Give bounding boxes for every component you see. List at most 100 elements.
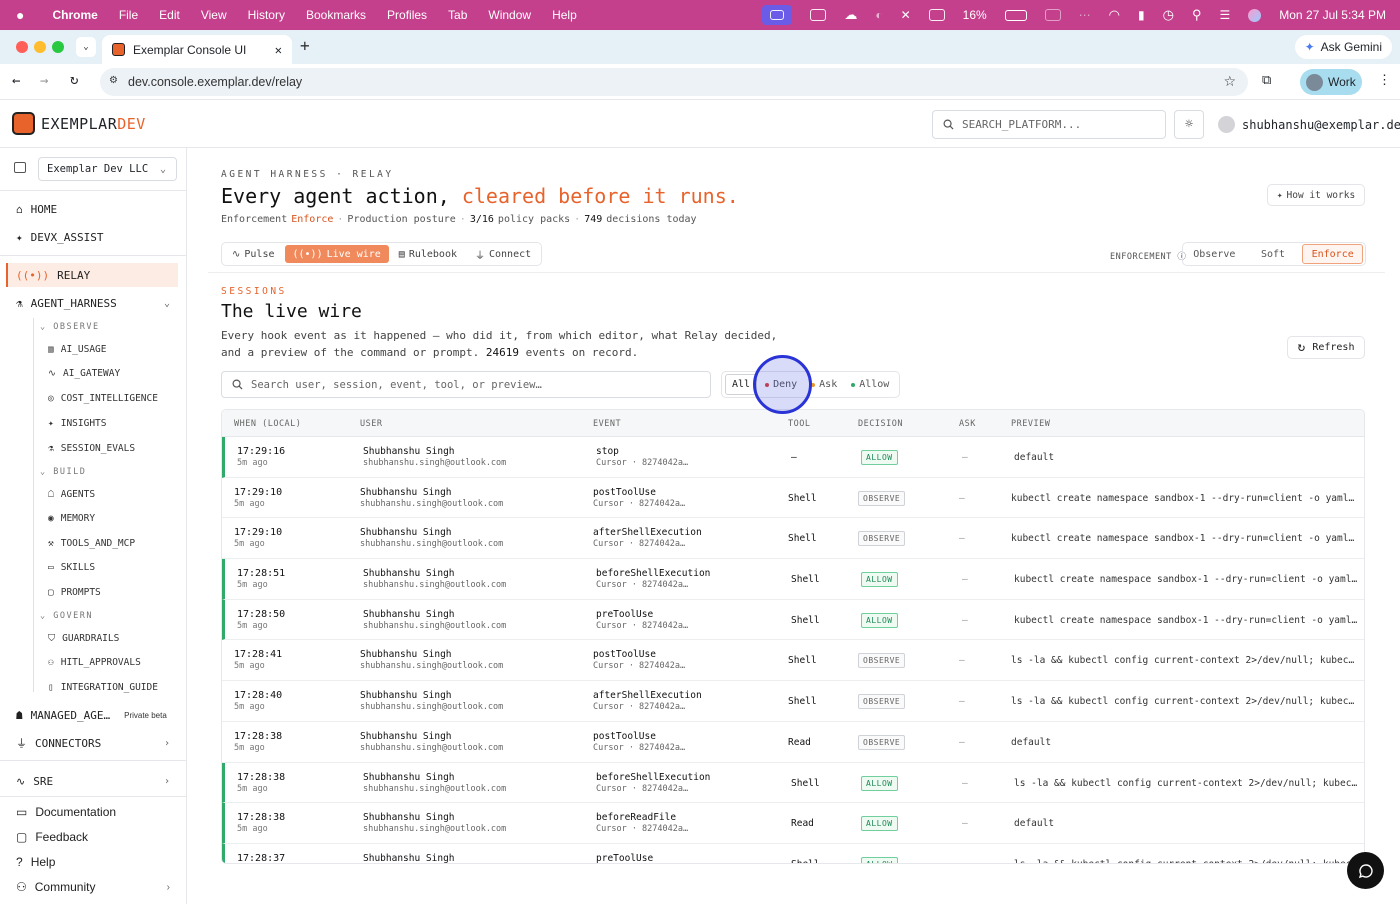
table-row[interactable]: 17:29:10 5m ago Shubhanshu Singh shubhanshu… bbox=[222, 478, 1364, 519]
battery-icon[interactable] bbox=[1004, 9, 1027, 21]
sidebar-item-ai-gateway[interactable]: ∿ AI_GATEWAY bbox=[40, 361, 180, 385]
close-tab-icon[interactable]: ✕ bbox=[275, 43, 282, 57]
browser-tab-active[interactable]: Exemplar Console UI ✕ bbox=[102, 35, 292, 64]
spotlight-icon[interactable]: ⚲ bbox=[1192, 7, 1202, 23]
refresh-button[interactable]: ↻ Refresh bbox=[1287, 336, 1365, 359]
bookmark-star-icon[interactable]: ☆ bbox=[1223, 73, 1236, 90]
table-row[interactable]: 17:28:38 5m ago Shubhanshu Singh shubhanshu… bbox=[222, 762, 1364, 804]
status-icon[interactable] bbox=[810, 9, 827, 21]
tab-search-button[interactable]: ⌄ bbox=[76, 37, 96, 57]
sidebar-item-connectors[interactable]: ⏚ CONNECTORS › bbox=[8, 731, 180, 755]
brand-wordmark[interactable]: EXEMPLARDEV bbox=[41, 115, 146, 133]
sidebar-item-agents[interactable]: ☖ AGENTS bbox=[40, 482, 180, 506]
menu-window[interactable]: Window bbox=[488, 8, 531, 22]
menu-help[interactable]: Help bbox=[552, 8, 577, 22]
column-header[interactable]: TOOL bbox=[788, 419, 810, 429]
menu-view[interactable]: View bbox=[201, 8, 227, 22]
sidebar-section-govern[interactable]: ⌄ GOVERN bbox=[40, 611, 93, 621]
site-info-icon[interactable]: ⚙ bbox=[109, 75, 118, 86]
column-header[interactable]: PREVIEW bbox=[1011, 419, 1050, 429]
sidebar-item-devx-assist[interactable]: ✦ DEVX_ASSIST bbox=[8, 225, 180, 249]
table-search-input[interactable]: Search user, session, event, tool, or pr… bbox=[221, 371, 711, 398]
tab-rulebook[interactable]: ▤ Rulebook bbox=[391, 245, 465, 263]
table-row[interactable]: 17:28:40 5m ago Shubhanshu Singh shubhanshu… bbox=[222, 681, 1364, 722]
sidebar-item-sre[interactable]: ∿ SRE › bbox=[8, 769, 180, 793]
wifi-icon[interactable]: ◠ bbox=[1109, 7, 1120, 23]
forward-icon[interactable]: → bbox=[40, 73, 48, 89]
tab-pulse[interactable]: ∿ Pulse bbox=[224, 245, 283, 263]
table-row[interactable]: 17:28:375m agoShubhanshu Singhshubhanshu… bbox=[222, 843, 1364, 863]
close-window-button[interactable] bbox=[16, 41, 28, 53]
table-row[interactable]: 17:28:38 5m ago Shubhanshu Singh shubhanshu… bbox=[222, 803, 1364, 844]
apple-menu-icon[interactable]: ● bbox=[16, 7, 24, 23]
sidebar-item-managed-agents[interactable]: ☗ MANAGED_AGE… Private beta bbox=[8, 703, 180, 727]
sidebar-item-integration-guide[interactable]: ▯ INTEGRATION_GUIDE bbox=[40, 675, 180, 699]
menu-file[interactable]: File bbox=[119, 8, 138, 22]
sidebar-item-documentation[interactable]: ▭ Documentation bbox=[8, 800, 180, 824]
menu-profiles[interactable]: Profiles bbox=[387, 8, 427, 22]
column-header[interactable]: EVENT bbox=[593, 419, 621, 429]
org-selector[interactable]: Exemplar Dev LLC ⌄ bbox=[38, 157, 177, 181]
sidebar-item-skills[interactable]: ▭ SKILLS bbox=[40, 555, 180, 579]
address-bar[interactable]: ⚙ dev.console.exemplar.dev/relay ☆ bbox=[100, 68, 1248, 96]
cloud-icon[interactable]: ☁ bbox=[844, 7, 857, 23]
menu-history[interactable]: History bbox=[248, 8, 285, 22]
sidebar-item-hitl-approvals[interactable]: ⚇ HITL_APPROVALS bbox=[40, 650, 180, 674]
sidebar-item-home[interactable]: ⌂ HOME bbox=[8, 197, 180, 221]
tab-live-wire[interactable]: ((•)) Live wire bbox=[284, 245, 389, 263]
sidebar-item-insights[interactable]: ✦ INSIGHTS bbox=[40, 411, 180, 435]
display-icon[interactable] bbox=[928, 9, 945, 21]
sidebar-item-agent-harness[interactable]: ⚗ AGENT_HARNESS ⌄ bbox=[8, 291, 180, 315]
theme-toggle-button[interactable]: ☼ bbox=[1174, 110, 1204, 139]
column-header[interactable]: ASK bbox=[959, 419, 976, 429]
enforcement-observe[interactable]: Observe bbox=[1185, 244, 1244, 264]
sidebar-item-prompts[interactable]: ▢ PROMPTS bbox=[40, 580, 180, 604]
status-icon[interactable]: ⋯ bbox=[1079, 8, 1091, 22]
sidebar-section-observe[interactable]: ⌄ OBSERVE bbox=[40, 322, 100, 332]
chat-launcher-button[interactable] bbox=[1347, 852, 1384, 889]
time-machine-icon[interactable]: ◷ bbox=[1163, 7, 1174, 23]
sidebar-item-ai-usage[interactable]: ▥ AI_USAGE bbox=[40, 337, 180, 361]
sidebar-item-tools-and-mcp[interactable]: ⚒ TOOLS_AND_MCP bbox=[40, 531, 180, 555]
sidebar-item-session-evals[interactable]: ⚗ SESSION_EVALS bbox=[40, 436, 180, 460]
ask-gemini-button[interactable]: ✦ Ask Gemini bbox=[1294, 35, 1392, 59]
how-it-works-button[interactable]: ✦ How it works bbox=[1267, 184, 1365, 206]
table-row[interactable]: 17:28:51 5m ago Shubhanshu Singh shubhanshu… bbox=[222, 559, 1364, 600]
menu-edit[interactable]: Edit bbox=[159, 8, 180, 22]
table-row[interactable]: 17:28:50 5m ago Shubhanshu Singh shubhanshu… bbox=[222, 599, 1364, 641]
control-center-icon[interactable]: ☰ bbox=[1220, 8, 1231, 22]
user-menu[interactable]: shubhanshu@exemplar.dev bbox=[1218, 116, 1400, 133]
chrome-menu-icon[interactable]: ⋮ bbox=[1378, 73, 1391, 88]
tab-connect[interactable]: ⏚ Connect bbox=[467, 245, 539, 263]
menu-bookmarks[interactable]: Bookmarks bbox=[306, 8, 366, 22]
clock[interactable]: Mon 27 Jul 5:34 PM bbox=[1279, 8, 1386, 22]
platform-search-input[interactable]: SEARCH_PLATFORM... bbox=[932, 110, 1166, 139]
back-icon[interactable]: ← bbox=[12, 73, 20, 89]
column-header[interactable]: USER bbox=[360, 419, 382, 429]
profile-button[interactable]: Work bbox=[1300, 69, 1362, 95]
menu-tab[interactable]: Tab bbox=[448, 8, 467, 22]
sidebar-item-memory[interactable]: ◉ MEMORY bbox=[40, 506, 180, 530]
sidebar-item-community[interactable]: ⚇ Community › bbox=[8, 875, 180, 899]
column-header[interactable]: WHEN (LOCAL) bbox=[234, 419, 301, 429]
sidebar-section-build[interactable]: ⌄ BUILD bbox=[40, 467, 86, 477]
column-header[interactable]: DECISION bbox=[858, 419, 903, 429]
table-row[interactable]: 17:28:38 5m ago Shubhanshu Singh shubhanshu… bbox=[222, 722, 1364, 763]
sidebar-item-feedback[interactable]: ▢ Feedback bbox=[8, 825, 180, 849]
screen-share-icon[interactable] bbox=[762, 5, 793, 25]
enforcement-soft[interactable]: Soft bbox=[1244, 244, 1303, 264]
table-row[interactable]: 17:28:41 5m ago Shubhanshu Singh shubhanshu… bbox=[222, 640, 1364, 682]
table-row[interactable]: 17:29:16 5m ago Shubhanshu Singh shubhanshu… bbox=[222, 437, 1364, 478]
enforcement-enforce[interactable]: Enforce bbox=[1302, 244, 1364, 264]
status-icon[interactable]: ◐ bbox=[875, 8, 882, 22]
status-icon[interactable] bbox=[1044, 9, 1061, 21]
sidebar-item-help[interactable]: ? Help bbox=[8, 850, 180, 874]
sidebar-item-relay[interactable]: ((•)) RELAY bbox=[6, 263, 178, 287]
exemplar-logo-icon[interactable] bbox=[12, 112, 35, 135]
collapse-sidebar-icon[interactable] bbox=[14, 162, 26, 173]
minimize-window-button[interactable] bbox=[34, 41, 46, 53]
maximize-window-button[interactable] bbox=[52, 41, 64, 53]
menu-chrome[interactable]: Chrome bbox=[52, 8, 97, 22]
status-icon[interactable]: ✕ bbox=[901, 8, 911, 22]
user-switch-icon[interactable]: ▮ bbox=[1138, 8, 1145, 22]
